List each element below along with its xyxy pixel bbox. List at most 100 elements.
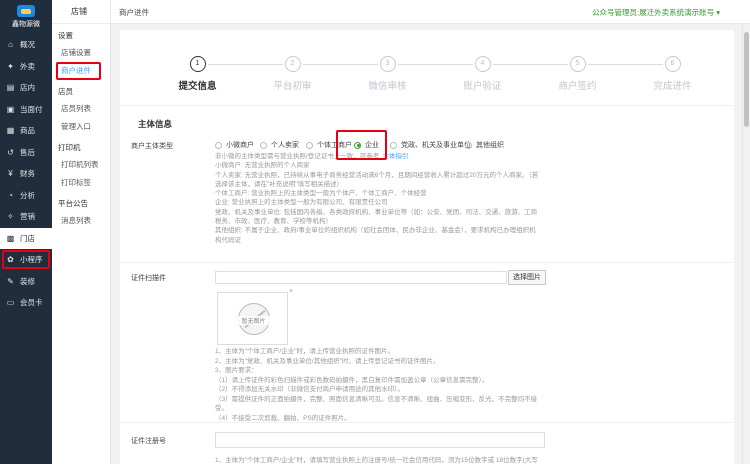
brand-logo[interactable]: 鑫物源微 bbox=[0, 0, 52, 34]
logo-icon bbox=[17, 5, 35, 17]
cert-scan-path-input[interactable] bbox=[215, 271, 507, 284]
takeout-icon: ✦ bbox=[7, 61, 14, 71]
nav-item-11[interactable]: ✎ 装修 bbox=[0, 271, 52, 293]
subnav-item[interactable]: 店铺设置 bbox=[52, 44, 110, 62]
membercard-icon: ▭ bbox=[6, 298, 15, 308]
brand-name: 鑫物源微 bbox=[12, 21, 40, 28]
nav-item-1[interactable]: ✦ 外卖 bbox=[0, 56, 52, 78]
nav-item-8[interactable]: ✧ 营销 bbox=[0, 206, 52, 228]
radio-label: 小微商户 bbox=[226, 142, 254, 149]
help-line-text: 其他组织: 不属于企业、政府/事业单位的组织机构（如社会团体、民办非企业、基金会… bbox=[215, 227, 536, 235]
remove-image-icon[interactable]: × bbox=[289, 288, 293, 295]
step-4: 4 账户验证 bbox=[443, 56, 523, 92]
cert-tip-line: 2、主体为"党政、机关及事业单位/其他组织"时，请上传登记证书的证件图片。 bbox=[215, 357, 440, 365]
subnav-group: 店员 bbox=[58, 87, 73, 96]
nav-label: 外卖 bbox=[20, 61, 35, 71]
subject-type-option[interactable]: 其他组织 bbox=[465, 140, 504, 150]
scrollbar-thumb[interactable] bbox=[744, 32, 749, 127]
pay-icon: ▣ bbox=[6, 104, 15, 114]
onboarding-form: 1 提交信息 2 平台初审 3 微信审核 4 账户验证 5 商户签约 6 完成进件 主体信息 商户主体… bbox=[120, 30, 734, 464]
step-number: 1 bbox=[189, 56, 206, 72]
cert-number-label: 证件注册号 bbox=[131, 438, 166, 445]
progress-steps: 1 提交信息 2 平台初审 3 微信审核 4 账户验证 5 商户签约 6 完成进件 bbox=[150, 30, 720, 92]
marketing-icon: ✧ bbox=[7, 212, 14, 222]
subnav-item[interactable]: 店员列表 bbox=[52, 100, 110, 118]
subject-type-help: 非小微的主体类型需与营业执照/登记证书上一致，可参考 主体指引 小微商户: 无营业执… bbox=[215, 152, 545, 245]
nav-label: 装修 bbox=[20, 276, 35, 286]
subnav-item[interactable]: 打印标签 bbox=[52, 174, 110, 192]
cert-scan-label: 证件扫描件 bbox=[131, 275, 166, 282]
nav-item-0[interactable]: ⌂ 概况 bbox=[0, 34, 52, 56]
step-label: 账户验证 bbox=[463, 81, 502, 92]
home-icon: ⌂ bbox=[8, 40, 13, 50]
subject-type-option[interactable]: 小微商户 bbox=[215, 140, 254, 150]
radio-dot[interactable] bbox=[215, 141, 222, 149]
nav-item-5[interactable]: ↺ 售后 bbox=[0, 142, 52, 164]
decoration-icon: ✎ bbox=[7, 276, 14, 286]
radio-label: 其他组织 bbox=[476, 142, 504, 149]
main-sidebar: 鑫物源微 ⌂ 概况 ✦ 外卖 ▤ 店内 ▣ 当面付 ▦ 商品 ↺ 售后 ¥ 财务 ◔ 分析 ✧ 营销 ▩ 门店 ✿ 小程序… bbox=[0, 0, 52, 464]
subnav-item[interactable]: 消息列表 bbox=[52, 212, 110, 230]
top-bar: 商户进件 公众号管理员:展迁外卖系统演示账号 ▾ bbox=[111, 0, 750, 24]
help-line-text: 党政、机关及事业单位: 包括国内各级、各类政府机构、事业单位等（如：公安、党团、… bbox=[215, 208, 538, 216]
cert-tip-line: 受。 bbox=[215, 405, 228, 412]
step-connector bbox=[492, 64, 568, 65]
radio-dot[interactable] bbox=[390, 141, 397, 149]
cert-tip-line: （3）需提供证件的正面拍摄件，完整、照面信息清晰可见。信息不清晰、扭曲、压缩变形… bbox=[215, 395, 538, 403]
cert-tip-line: （1）请上传证件的彩色扫描件或彩色数码拍摄件，黑白复印件需加盖公章（公章信息需完… bbox=[215, 376, 489, 384]
aftersale-icon: ↺ bbox=[7, 147, 14, 157]
help-line-text: 个体工商户: 营业执照上的主体类型一般为个体户、个体工商户、个体经营 bbox=[215, 190, 427, 198]
nav-label: 概况 bbox=[20, 40, 35, 50]
cert-scan-preview: 暂无图片 bbox=[217, 292, 288, 345]
help-line-text: 企业: 营业执照上的主体类型一般为有限公司、有限责任公司 bbox=[215, 199, 388, 207]
page-scrollbar[interactable] bbox=[742, 24, 750, 464]
radio-dot[interactable] bbox=[306, 141, 313, 149]
help-line-text: 个人卖家: 无营业执照，已持续从事电子商务经营活动满6个月，且期间经营收入累计超… bbox=[215, 171, 539, 179]
help-line: 其他组织: 不属于企业、政府/事业单位的组织机构（如社会团体、民办非企业、基金会… bbox=[215, 226, 545, 235]
step-number: 5 bbox=[569, 56, 586, 72]
help-line: 企业: 营业执照上的主体类型一般为有限公司、有限责任公司 bbox=[215, 198, 545, 207]
step-1: 1 提交信息 bbox=[158, 56, 238, 92]
finance-icon: ¥ bbox=[8, 169, 13, 179]
nav-item-3[interactable]: ▣ 当面付 bbox=[0, 99, 52, 121]
nav-label: 财务 bbox=[20, 169, 35, 179]
step-label: 微信审核 bbox=[368, 81, 407, 92]
step-3: 3 微信审核 bbox=[348, 56, 428, 92]
step-connector bbox=[397, 64, 473, 65]
highlight-merchant-onboarding bbox=[56, 62, 101, 80]
radio-dot[interactable] bbox=[260, 141, 267, 149]
cert-tip-line: 3、图片要求： bbox=[215, 367, 258, 374]
nav-label: 会员卡 bbox=[20, 298, 43, 308]
nav-label: 当面付 bbox=[20, 104, 43, 114]
nav-item-9[interactable]: ▩ 门店 bbox=[0, 227, 52, 249]
subject-type-label: 商户主体类型 bbox=[131, 143, 173, 150]
no-image-caption: 暂无图片 bbox=[230, 316, 277, 325]
nav-item-12[interactable]: ▭ 会员卡 bbox=[0, 292, 52, 314]
nav-label: 分析 bbox=[20, 190, 35, 200]
radio-label: 个人卖家 bbox=[271, 142, 299, 149]
nav-label: 店内 bbox=[20, 83, 35, 93]
subnav-group: 平台公告 bbox=[58, 199, 88, 208]
subnav-item[interactable]: 打印机列表 bbox=[52, 156, 110, 174]
subnav-title: 店铺 bbox=[52, 0, 110, 24]
subject-type-option[interactable]: 个人卖家 bbox=[260, 140, 299, 150]
nav-item-6[interactable]: ¥ 财务 bbox=[0, 163, 52, 185]
choose-image-button[interactable]: 选择图片 bbox=[508, 270, 546, 285]
step-number: 3 bbox=[379, 56, 396, 72]
subnav-item[interactable]: 管理入口 bbox=[52, 118, 110, 136]
nav-label: 营销 bbox=[20, 212, 35, 222]
subject-type-option[interactable]: 党政、机关及事业单位 bbox=[390, 140, 471, 150]
step-2: 2 平台初审 bbox=[253, 56, 333, 92]
nav-item-4[interactable]: ▦ 商品 bbox=[0, 120, 52, 142]
help-line: 选择该主体，请在"补充说明"填写相关描述） bbox=[215, 180, 545, 189]
steps-divider bbox=[120, 105, 734, 106]
step-5: 5 商户签约 bbox=[538, 56, 618, 92]
radio-dot[interactable] bbox=[465, 141, 472, 149]
help-line: 构代码证 bbox=[215, 236, 545, 245]
section-divider-2 bbox=[120, 422, 734, 423]
cert-number-input[interactable] bbox=[215, 432, 545, 448]
nav-item-2[interactable]: ▤ 店内 bbox=[0, 77, 52, 99]
nav-item-7[interactable]: ◔ 分析 bbox=[0, 185, 52, 207]
account-menu[interactable]: 公众号管理员:展迁外卖系统演示账号 ▾ bbox=[592, 7, 720, 18]
cert-number-tip: 1、主体为"个体工商户/企业"时，请填写营业执照上的注册号/统一社会信用代码，须… bbox=[215, 457, 538, 464]
